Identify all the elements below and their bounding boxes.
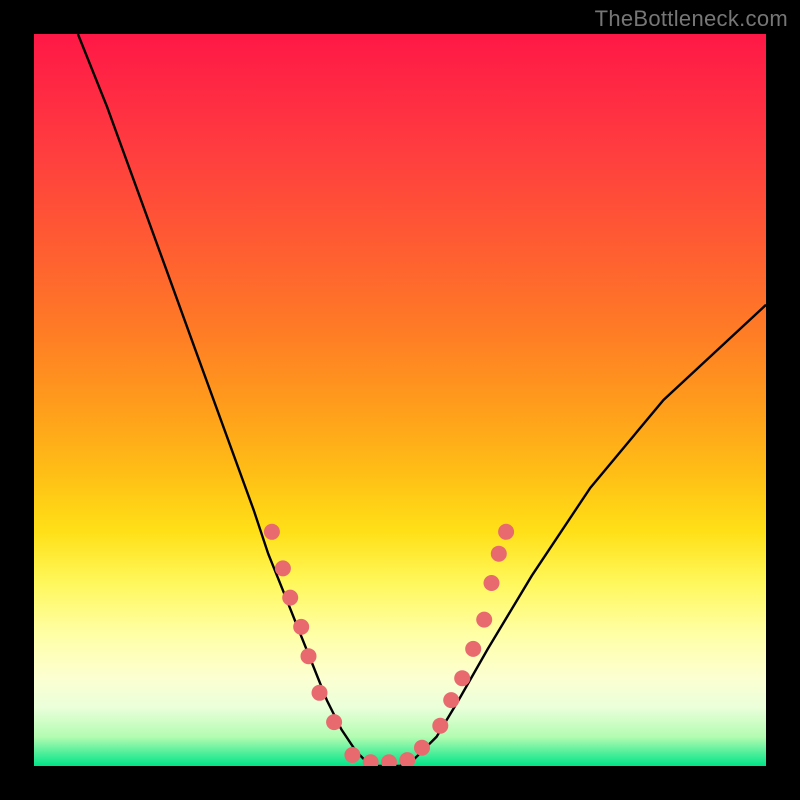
data-marker [293,619,309,635]
data-marker [476,612,492,628]
watermark-text: TheBottleneck.com [595,6,788,32]
chart-canvas [34,34,766,766]
data-marker [454,670,470,686]
data-marker [312,685,328,701]
data-marker [498,524,514,540]
chart-frame: TheBottleneck.com [0,0,800,800]
data-marker [381,754,397,766]
data-marker [344,747,360,763]
data-marker [301,648,317,664]
data-marker [326,714,342,730]
data-marker [484,575,500,591]
data-marker [363,754,379,766]
data-marker [414,740,430,756]
data-marker [275,560,291,576]
data-marker [443,692,459,708]
data-marker [491,546,507,562]
data-markers [264,524,514,766]
data-marker [282,590,298,606]
plot-area [34,34,766,766]
data-marker [432,718,448,734]
bottleneck-curve [78,34,766,766]
data-marker [399,752,415,766]
data-marker [465,641,481,657]
data-marker [264,524,280,540]
